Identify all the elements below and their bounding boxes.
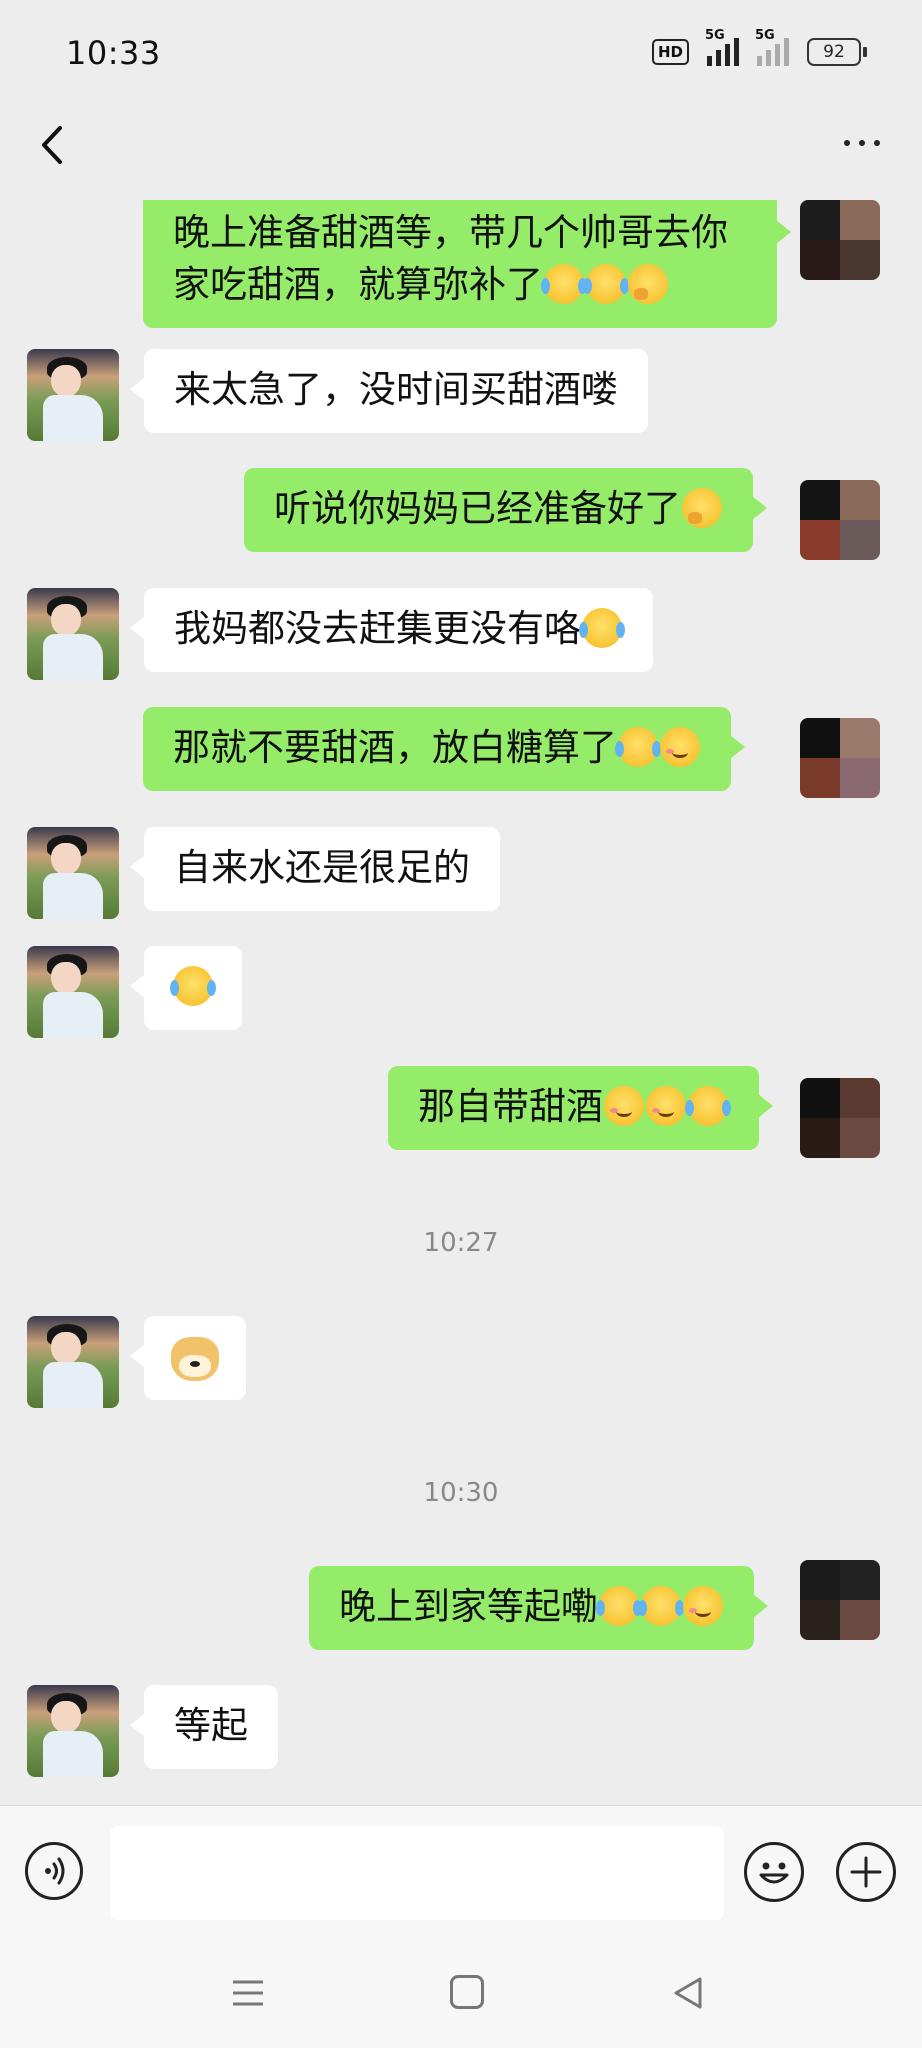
crying-laughing-emoji-icon [638,1586,684,1626]
more-icon[interactable] [844,140,880,146]
crying-laughing-emoji-icon [170,966,216,1006]
input-bar [0,1805,922,1946]
message-bubble-received[interactable]: 来太急了，没时间买甜酒喽 [130,349,648,433]
battery-icon: 92 [807,38,867,66]
system-nav-bar [0,1945,922,2048]
my-avatar[interactable] [800,200,880,280]
message-input[interactable] [110,1826,724,1920]
crying-laughing-emoji-icon [615,727,661,767]
chat-title-blurred [400,118,560,164]
my-avatar[interactable] [800,480,880,560]
message-timestamp: 10:30 [423,1478,499,1508]
my-avatar[interactable] [800,1078,880,1158]
emoji-icon[interactable] [744,1842,804,1902]
smiling-emoji-icon [660,727,700,767]
signal-icon-secondary: 5G [755,28,789,66]
crying-laughing-emoji-icon [579,608,625,648]
contact-avatar[interactable] [27,1316,119,1408]
voice-waves-icon [45,1857,65,1885]
status-icons: HD 5G 5G 92 [651,28,867,66]
message-bubble-sent[interactable]: 晚上准备甜酒等，带几个帅哥去你家吃甜酒，就算弥补了 [143,200,791,328]
status-bar: 10:33 HD 5G 5G 92 [0,0,922,100]
doge-emoji-icon [171,1336,219,1381]
plus-icon[interactable] [836,1842,896,1902]
contact-avatar[interactable] [27,349,119,441]
contact-avatar[interactable] [27,946,119,1038]
contact-avatar[interactable] [27,1685,119,1777]
my-avatar[interactable] [800,718,880,798]
message-bubble-sent[interactable]: 那就不要甜酒，放白糖算了 [143,707,745,791]
crying-laughing-emoji-icon [596,1586,642,1626]
message-bubble-received[interactable]: 自来水还是很足的 [130,827,500,911]
hd-icon: HD [651,39,689,65]
contact-avatar[interactable] [27,827,119,919]
smiling-emoji-icon [604,1086,644,1126]
my-avatar[interactable] [800,1560,880,1640]
thinking-emoji-icon [628,264,668,304]
message-bubble-sent[interactable]: 听说你妈妈已经准备好了 [244,468,767,552]
message-bubble-sent[interactable]: 那自带甜酒 [388,1066,773,1150]
smiling-emoji-icon [646,1086,686,1126]
message-bubble-sent[interactable]: 晚上到家等起嘞 [309,1566,768,1650]
signal-icon: 5G [705,28,739,66]
crying-laughing-emoji-icon [583,264,629,304]
message-list[interactable]: 晚上准备甜酒等，带几个帅哥去你家吃甜酒，就算弥补了 来太急了，没时间买甜酒喽 听… [0,200,922,1805]
chat-header [0,100,922,200]
contact-avatar[interactable] [27,588,119,680]
back-arrow-icon[interactable] [30,120,80,170]
thinking-emoji-icon [682,488,722,528]
battery-level: 92 [807,38,861,66]
menu-icon[interactable] [230,1975,266,2011]
message-bubble-received[interactable] [130,1316,246,1400]
message-bubble-received[interactable] [130,946,242,1030]
status-time: 10:33 [66,34,161,72]
message-timestamp: 10:27 [423,1228,499,1258]
crying-laughing-emoji-icon [685,1086,731,1126]
voice-icon[interactable] [25,1842,83,1900]
crying-laughing-emoji-icon [541,264,587,304]
message-bubble-received[interactable]: 等起 [130,1685,278,1769]
back-triangle-icon[interactable] [668,1973,708,2013]
smiling-emoji-icon [683,1586,723,1626]
home-icon[interactable] [450,1975,484,2009]
message-bubble-received[interactable]: 我妈都没去赶集更没有咯 [130,588,653,672]
